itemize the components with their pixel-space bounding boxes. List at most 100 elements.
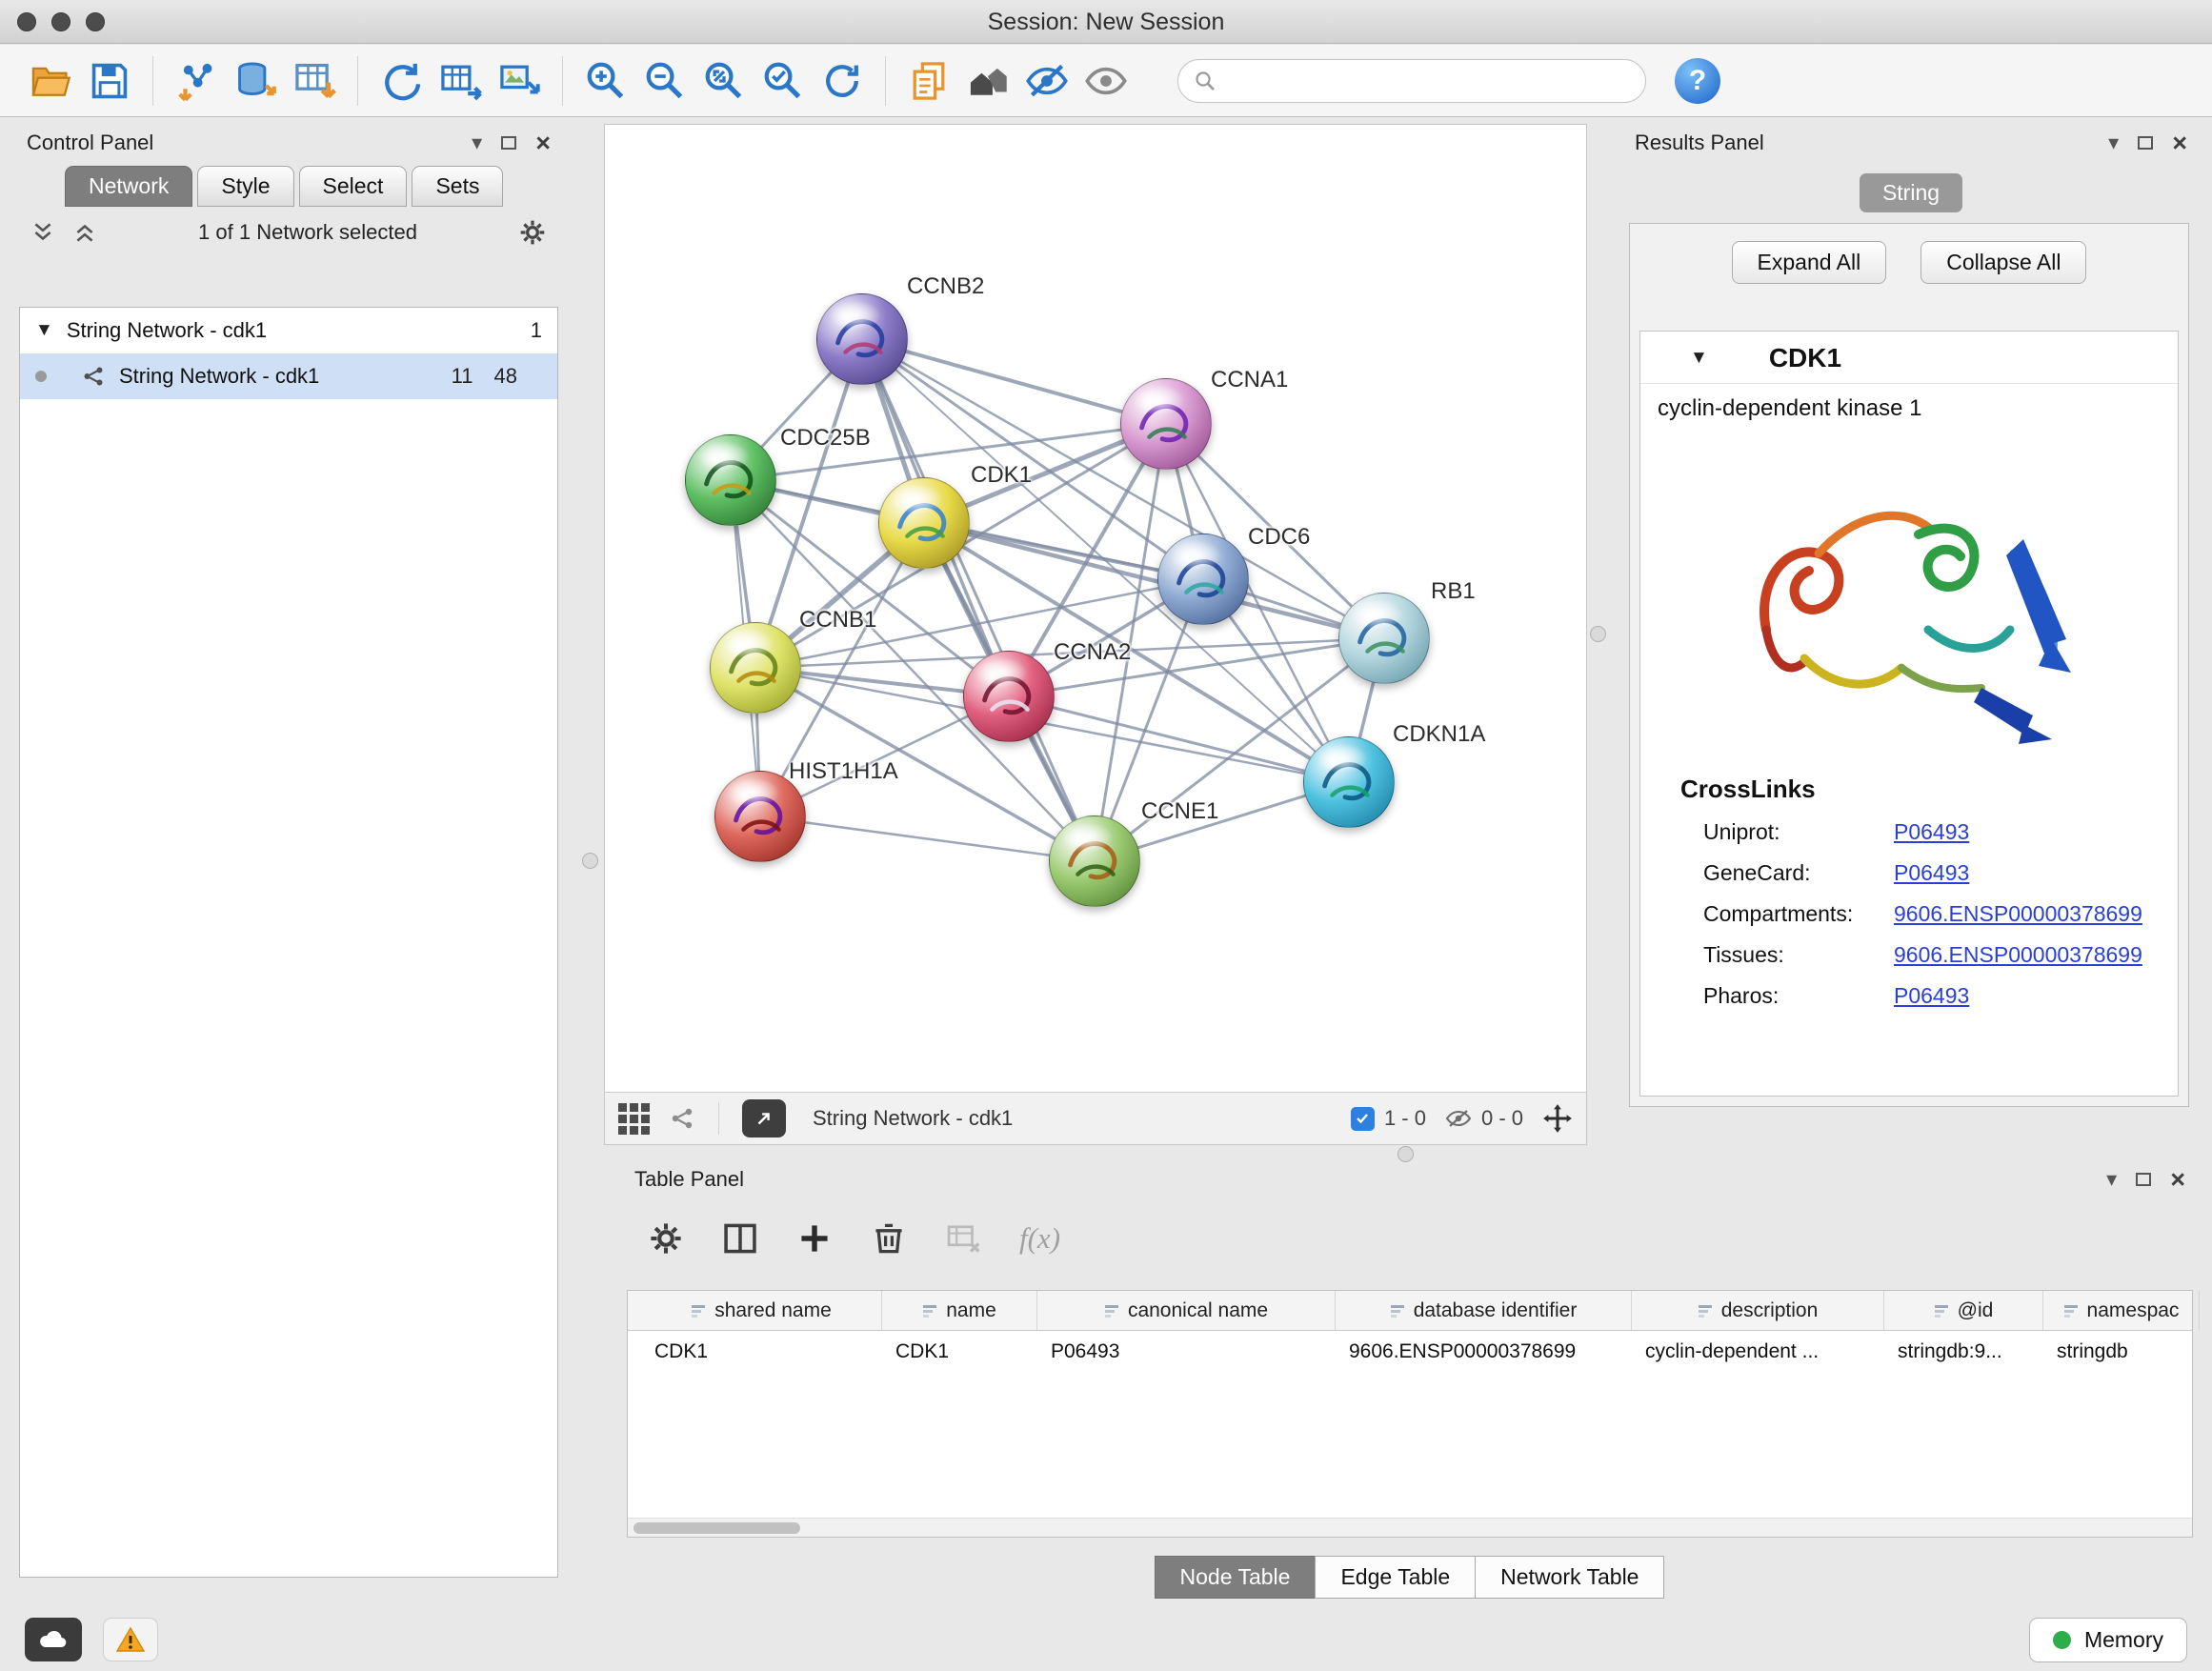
- zoom-selected-button[interactable]: [754, 52, 813, 110]
- column-header-description[interactable]: description: [1632, 1291, 1884, 1330]
- panel-close-icon[interactable]: ×: [2170, 1167, 2185, 1193]
- column-header-sharedname[interactable]: shared name: [641, 1291, 882, 1330]
- splitter-handle[interactable]: [1590, 626, 1606, 642]
- table-cell[interactable]: stringdb:9...: [1884, 1340, 2043, 1363]
- column-header-namespac[interactable]: namespac: [2043, 1291, 2200, 1330]
- window-minimize-button[interactable]: [51, 12, 70, 31]
- network-node-CDK1[interactable]: [878, 477, 970, 569]
- cloud-button[interactable]: [25, 1618, 82, 1661]
- zoom-fit-button[interactable]: [694, 52, 754, 110]
- expand-all-icon[interactable]: [72, 220, 97, 245]
- section-caret-icon[interactable]: ▼: [1690, 348, 1708, 369]
- center-view-icon[interactable]: [1542, 1103, 1573, 1134]
- crosslink-link[interactable]: P06493: [1894, 860, 1969, 886]
- window-zoom-button[interactable]: [86, 12, 105, 31]
- panel-close-icon[interactable]: ×: [2172, 131, 2187, 156]
- help-button[interactable]: ?: [1675, 58, 1720, 104]
- splitter-handle[interactable]: [582, 853, 598, 869]
- panel-menu-icon[interactable]: ▾: [472, 132, 482, 153]
- tab-node-table[interactable]: Node Table: [1155, 1556, 1317, 1599]
- network-node-CCNA1[interactable]: [1120, 378, 1212, 470]
- tab-edge-table[interactable]: Edge Table: [1315, 1556, 1476, 1599]
- tab-style[interactable]: Style: [197, 166, 293, 207]
- open-in-window-button[interactable]: [742, 1099, 786, 1137]
- refresh-view-button[interactable]: [813, 52, 872, 110]
- table-settings-gear-icon[interactable]: [648, 1220, 684, 1257]
- import-network-from-database-button[interactable]: [226, 52, 285, 110]
- panel-float-icon[interactable]: [2136, 1173, 2151, 1186]
- network-row-selected[interactable]: String Network - cdk1 11 48: [20, 353, 557, 399]
- crosslink-link[interactable]: P06493: [1894, 983, 1969, 1009]
- tab-network[interactable]: Network: [65, 166, 192, 207]
- gear-icon[interactable]: [518, 218, 547, 247]
- panel-float-icon[interactable]: [501, 136, 516, 150]
- zoom-out-button[interactable]: [635, 52, 694, 110]
- save-session-button[interactable]: [80, 52, 139, 110]
- panel-menu-icon[interactable]: ▾: [2108, 132, 2119, 153]
- tab-select[interactable]: Select: [299, 166, 408, 207]
- table-cell[interactable]: CDK1: [882, 1340, 1037, 1363]
- hidden-eye-icon[interactable]: [1445, 1105, 1472, 1132]
- network-view[interactable]: CCNB2CCNA1CDC25BCDK1CDC6RB1CCNB1CCNA2CDK…: [604, 124, 1587, 1145]
- horizontal-scrollbar[interactable]: [628, 1518, 2192, 1537]
- column-header-id[interactable]: @id: [1884, 1291, 2043, 1330]
- collapse-all-icon[interactable]: [30, 220, 55, 245]
- window-close-button[interactable]: [17, 12, 36, 31]
- gene-section-header[interactable]: ▼ CDK1: [1640, 332, 2178, 384]
- column-header-name[interactable]: name: [882, 1291, 1037, 1330]
- memory-button[interactable]: Memory: [2029, 1618, 2187, 1662]
- table-cell[interactable]: 9606.ENSP00000378699: [1336, 1340, 1632, 1363]
- selected-checkbox-icon[interactable]: [1351, 1107, 1375, 1131]
- panel-menu-icon[interactable]: ▾: [2106, 1169, 2117, 1190]
- panel-float-icon[interactable]: [2138, 136, 2153, 150]
- show-columns-icon[interactable]: [722, 1220, 758, 1257]
- table-cell[interactable]: CDK1: [641, 1340, 882, 1363]
- network-node-CDC6[interactable]: [1157, 534, 1249, 625]
- network-node-CCNA2[interactable]: [963, 651, 1055, 742]
- network-node-RB1[interactable]: [1338, 593, 1430, 684]
- table-cell[interactable]: cyclin-dependent ...: [1632, 1340, 1884, 1363]
- network-node-CCNB2[interactable]: [816, 293, 908, 385]
- welcome-screen-button[interactable]: [958, 52, 1017, 110]
- column-header-canonicalname[interactable]: canonical name: [1037, 1291, 1336, 1330]
- network-collection-row[interactable]: ▼ String Network - cdk1 1: [20, 308, 557, 353]
- search-input[interactable]: [1226, 69, 1630, 93]
- delete-column-icon[interactable]: [871, 1220, 907, 1257]
- tab-sets[interactable]: Sets: [412, 166, 503, 207]
- clone-network-button[interactable]: [899, 52, 958, 110]
- network-type-icon[interactable]: [669, 1105, 695, 1132]
- network-canvas[interactable]: CCNB2CCNA1CDC25BCDK1CDC6RB1CCNB1CCNA2CDK…: [605, 125, 1586, 1092]
- network-node-CDKN1A[interactable]: [1303, 736, 1395, 828]
- panel-close-icon[interactable]: ×: [535, 131, 551, 156]
- crosslink-link[interactable]: P06493: [1894, 819, 1969, 845]
- export-table-button[interactable]: [431, 52, 490, 110]
- scrollbar-thumb[interactable]: [633, 1522, 800, 1534]
- crosslink-link[interactable]: 9606.ENSP00000378699: [1894, 901, 2142, 927]
- network-node-CCNE1[interactable]: [1049, 815, 1140, 907]
- network-edge-HIST1H1A-CCNE1[interactable]: [760, 816, 1095, 861]
- show-all-button[interactable]: [1076, 52, 1136, 110]
- table-row[interactable]: CDK1CDK1P064939606.ENSP00000378699cyclin…: [628, 1331, 2192, 1373]
- expand-all-button[interactable]: Expand All: [1732, 241, 1887, 284]
- column-header-databaseidentifier[interactable]: database identifier: [1336, 1291, 1632, 1330]
- open-session-button[interactable]: [21, 52, 80, 110]
- tab-network-table[interactable]: Network Table: [1475, 1556, 1664, 1599]
- table-cell[interactable]: stringdb: [2043, 1340, 2200, 1363]
- grid-view-button[interactable]: [618, 1103, 650, 1135]
- crosslink-link[interactable]: 9606.ENSP00000378699: [1894, 942, 2142, 968]
- network-node-CDC25B[interactable]: [685, 434, 776, 526]
- rotate-network-button[interactable]: [372, 52, 431, 110]
- import-table-button[interactable]: [285, 52, 344, 110]
- import-network-from-file-button[interactable]: [167, 52, 226, 110]
- splitter-handle[interactable]: [1398, 1146, 1414, 1162]
- hide-selected-button[interactable]: [1017, 52, 1076, 110]
- zoom-in-button[interactable]: [576, 52, 635, 110]
- collection-caret-icon[interactable]: ▼: [35, 320, 53, 341]
- table-cell[interactable]: P06493: [1037, 1340, 1336, 1363]
- warnings-button[interactable]: [103, 1618, 158, 1661]
- collapse-all-button[interactable]: Collapse All: [1920, 241, 2086, 284]
- tab-string[interactable]: String: [1860, 173, 1962, 212]
- function-builder-button[interactable]: f(x): [1019, 1221, 1060, 1256]
- network-node-CCNB1[interactable]: [710, 622, 801, 714]
- export-image-button[interactable]: [490, 52, 549, 110]
